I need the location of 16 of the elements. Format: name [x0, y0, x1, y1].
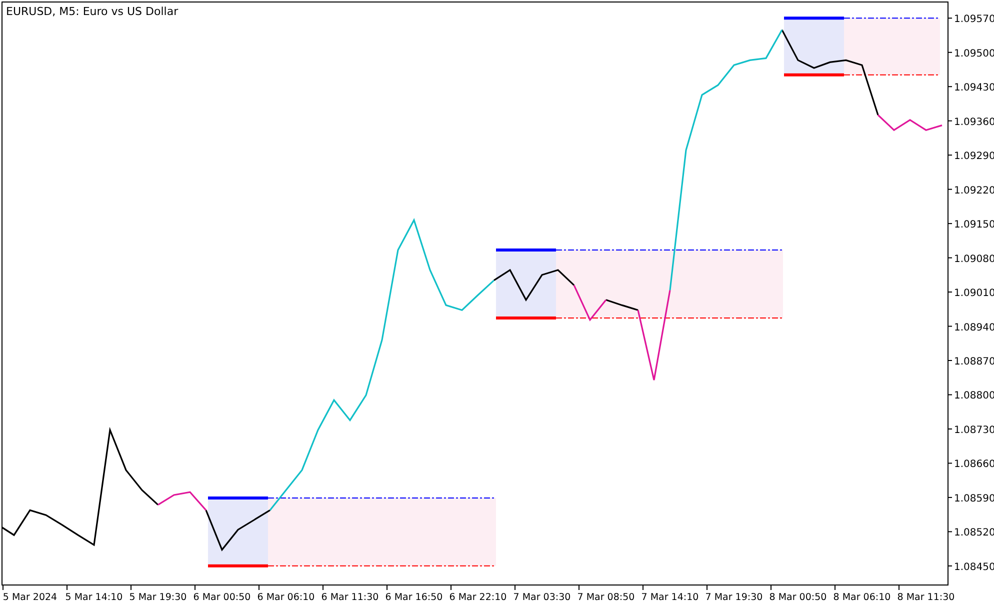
- x-axis-label: 7 Mar 08:50: [577, 592, 635, 603]
- x-axis-label: 5 Mar 2024: [2, 592, 58, 603]
- x-axis-label: 8 Mar 00:50: [769, 592, 827, 603]
- chart-title: EURUSD, M5: Euro vs US Dollar: [6, 5, 178, 18]
- x-axis-label: 6 Mar 00:50: [193, 592, 251, 603]
- x-axis-label: 5 Mar 19:30: [129, 592, 187, 603]
- x-axis-label: 7 Mar 19:30: [705, 592, 763, 603]
- x-axis-label: 8 Mar 06:10: [833, 592, 891, 603]
- x-axis-label: 6 Mar 16:50: [385, 592, 443, 603]
- x-axis-label: 6 Mar 11:30: [321, 592, 379, 603]
- x-axis-label: 7 Mar 03:30: [513, 592, 571, 603]
- x-axis-label: 7 Mar 14:10: [641, 592, 699, 603]
- x-axis-label: 5 Mar 14:10: [65, 592, 123, 603]
- x-axis-label: 8 Mar 11:30: [897, 592, 955, 603]
- x-axis-label: 6 Mar 06:10: [257, 592, 315, 603]
- x-axis-label: 6 Mar 22:10: [449, 592, 507, 603]
